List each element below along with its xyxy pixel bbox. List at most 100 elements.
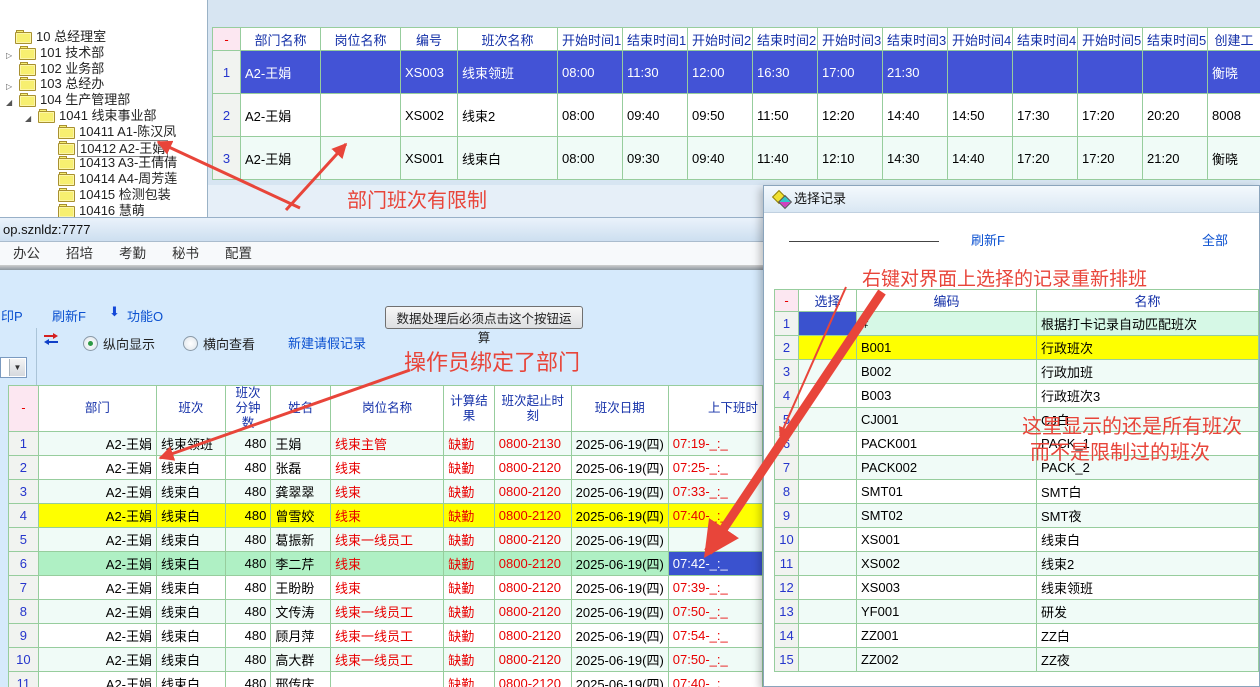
table-row[interactable]: 1A2-王娟线束领班480王娟线束主管缺勤0800-21302025-06-19… [9, 432, 763, 456]
table-row[interactable]: 4A2-王娟线束白480曾雪姣线束缺勤0800-21202025-06-19(四… [9, 504, 763, 528]
column-header[interactable]: 班次日期 [571, 386, 668, 432]
vertical-display-radio[interactable]: 纵向显示 [83, 334, 155, 354]
row-number[interactable]: 1 [775, 312, 799, 336]
cell[interactable]: 0800-2120 [494, 672, 571, 687]
dialog-titlebar[interactable]: 选择记录 [764, 186, 1259, 213]
column-header[interactable]: 选择 [799, 290, 857, 312]
table-row[interactable]: 8A2-王娟线束白480文传涛线束一线员工缺勤0800-21202025-06-… [9, 600, 763, 624]
row-number[interactable]: 4 [775, 384, 799, 408]
cell[interactable]: 线束 [331, 552, 444, 576]
cell[interactable]: 17:20 [1078, 137, 1143, 180]
select-cell[interactable] [799, 528, 857, 552]
row-number[interactable]: 6 [775, 432, 799, 456]
column-header[interactable]: 结束时间2 [753, 28, 818, 51]
cell[interactable]: 0800-2120 [494, 504, 571, 528]
tree-node[interactable]: ▷101 技术部 [0, 45, 207, 60]
select-cell[interactable] [799, 600, 857, 624]
cell[interactable]: 李二芹 [271, 552, 331, 576]
column-header[interactable]: 开始时间2 [688, 28, 753, 51]
code-cell[interactable]: SMT02 [857, 504, 1037, 528]
search-input[interactable] [789, 241, 939, 242]
cell[interactable]: 08:00 [558, 94, 623, 137]
cell[interactable]: 线束白 [157, 528, 226, 552]
cell[interactable]: 线束一线员工 [331, 600, 444, 624]
cell[interactable]: 2025-06-19(四) [571, 432, 668, 456]
roster-table[interactable]: -部门班次班次分钟数姓名岗位名称计算结果班次起止时刻班次日期上下班时1A2-王娟… [8, 385, 763, 687]
name-cell[interactable]: 线束2 [1037, 552, 1259, 576]
table-row[interactable]: 10XS001线束白 [775, 528, 1259, 552]
select-cell[interactable] [799, 360, 857, 384]
cell[interactable]: 480 [225, 552, 271, 576]
cell[interactable]: 07:42-_:_ [668, 552, 762, 576]
cell[interactable]: 0800-2120 [494, 600, 571, 624]
cell[interactable]: 2025-06-19(四) [571, 576, 668, 600]
cell[interactable]: 0800-2120 [494, 480, 571, 504]
row-number[interactable]: 7 [775, 456, 799, 480]
row-number[interactable]: 1 [213, 51, 241, 94]
cell[interactable] [948, 51, 1013, 94]
row-number[interactable]: 1 [9, 432, 39, 456]
row-number[interactable]: 7 [9, 576, 39, 600]
column-header[interactable]: 结束时间3 [883, 28, 948, 51]
menu-item-考勤[interactable]: 考勤 [106, 242, 159, 265]
cell[interactable]: 14:30 [883, 137, 948, 180]
row-number[interactable]: 2 [213, 94, 241, 137]
cell[interactable]: 480 [225, 480, 271, 504]
cell[interactable]: 07:33-_:_ [668, 480, 762, 504]
cell[interactable]: A2-王娟 [38, 504, 156, 528]
code-cell[interactable]: XS003 [857, 576, 1037, 600]
cell[interactable]: 17:30 [1013, 94, 1078, 137]
column-header[interactable]: 上下班时 [668, 386, 762, 432]
function-link[interactable]: 功能O [127, 306, 163, 325]
select-cell[interactable] [799, 336, 857, 360]
cell[interactable]: 线束主管 [331, 432, 444, 456]
cell[interactable] [1078, 51, 1143, 94]
cell[interactable]: A2-王娟 [38, 672, 156, 687]
row-number[interactable]: 11 [9, 672, 39, 687]
cell[interactable]: 线束白 [157, 456, 226, 480]
cell[interactable]: 缺勤 [444, 552, 495, 576]
cell[interactable]: XS002 [401, 94, 458, 137]
cell[interactable]: 17:20 [1078, 94, 1143, 137]
new-leave-record-link[interactable]: 新建请假记录 [288, 333, 366, 352]
table-row[interactable]: 1A2-王娟XS003线束领班08:0011:3012:0016:3017:00… [213, 51, 1260, 94]
print-link[interactable]: 印P [1, 306, 23, 325]
column-header[interactable]: 计算结果 [444, 386, 495, 432]
cell[interactable]: 王盼盼 [271, 576, 331, 600]
column-header[interactable]: 班次 [157, 386, 226, 432]
cell[interactable]: 2025-06-19(四) [571, 552, 668, 576]
tree-node[interactable]: 10414 A4-周芳莲 [0, 171, 207, 186]
column-header[interactable]: 部门 [38, 386, 156, 432]
cell[interactable]: 曾雪姣 [271, 504, 331, 528]
select-cell[interactable] [799, 312, 857, 336]
column-header[interactable]: 班次分钟数 [225, 386, 271, 432]
cell[interactable] [1013, 51, 1078, 94]
table-row[interactable]: 3B002行政加班 [775, 360, 1259, 384]
cell[interactable]: 线束白 [157, 480, 226, 504]
code-cell[interactable]: YF001 [857, 600, 1037, 624]
table-row[interactable]: 6A2-王娟线束白480李二芹线束缺勤0800-21202025-06-19(四… [9, 552, 763, 576]
cell[interactable]: 11:30 [623, 51, 688, 94]
row-number[interactable]: 5 [9, 528, 39, 552]
column-header[interactable]: 开始时间3 [818, 28, 883, 51]
tree-node[interactable]: 10416 慧萌 [0, 203, 207, 217]
cell[interactable] [321, 137, 401, 180]
cell[interactable]: A2-王娟 [241, 51, 321, 94]
cell[interactable]: A2-王娟 [38, 480, 156, 504]
row-number[interactable]: 6 [9, 552, 39, 576]
cell[interactable]: 王娟 [271, 432, 331, 456]
cell[interactable]: 07:19-_:_ [668, 432, 762, 456]
cell[interactable]: 顾月萍 [271, 624, 331, 648]
cell[interactable]: 11:50 [753, 94, 818, 137]
menu-item-办公[interactable]: 办公 [0, 242, 53, 265]
cell[interactable]: 16:30 [753, 51, 818, 94]
column-header[interactable]: 结束时间5 [1143, 28, 1208, 51]
code-cell[interactable]: PACK001 [857, 432, 1037, 456]
cell[interactable]: 11:40 [753, 137, 818, 180]
cell[interactable]: 09:40 [688, 137, 753, 180]
cell[interactable]: 线束白 [458, 137, 558, 180]
row-number[interactable]: 15 [775, 648, 799, 672]
table-row[interactable]: 2A2-王娟线束白480张磊线束缺勤0800-21202025-06-19(四)… [9, 456, 763, 480]
cell[interactable]: 0800-2120 [494, 576, 571, 600]
cell[interactable]: 12:20 [818, 94, 883, 137]
